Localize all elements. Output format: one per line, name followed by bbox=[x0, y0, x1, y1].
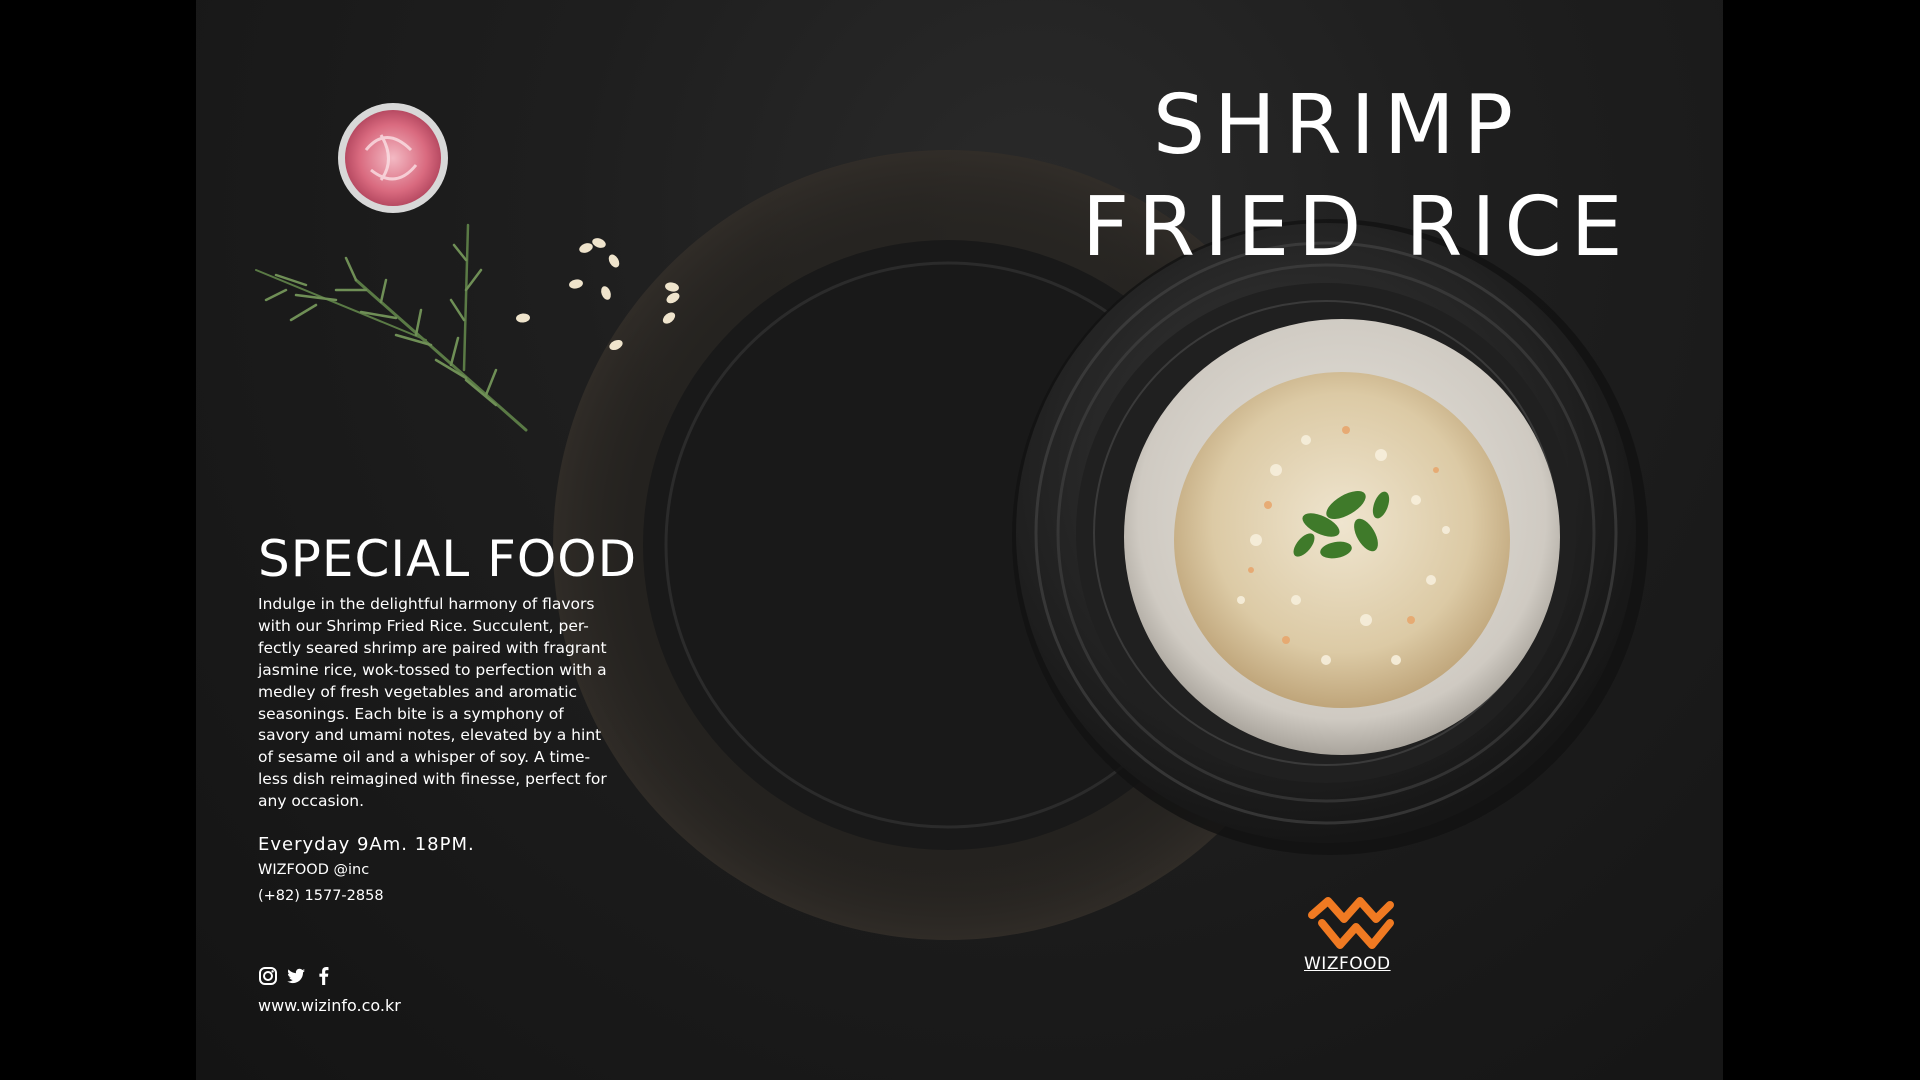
social-links bbox=[258, 966, 334, 986]
description-line: medley of fresh vegetables and aromatic bbox=[258, 682, 578, 701]
wizfood-logo-icon bbox=[1308, 897, 1394, 949]
description-line: Indulge in the delightful harmony of fla… bbox=[258, 595, 595, 613]
description: Indulge in the delightful harmony of fla… bbox=[258, 594, 648, 813]
poster: SHRIMP FRIED RICE SPECIAL FOOD Indulge i… bbox=[196, 0, 1723, 1080]
opening-hours: Everyday 9Am. 18PM. bbox=[258, 834, 475, 855]
description-line: of sesame oil and a whisper of soy. A ti… bbox=[258, 748, 591, 767]
company-name: WIZFOOD @inc bbox=[258, 862, 370, 878]
title-line-2: FRIED RICE bbox=[1082, 180, 1632, 275]
title-line-1: SHRIMP bbox=[1153, 78, 1523, 173]
description-line: fectly seared shrimp are paired with fra… bbox=[258, 638, 607, 657]
website-link[interactable]: www.wizinfo.co.kr bbox=[258, 996, 401, 1015]
description-line: seasonings. Each bite is a symphony of bbox=[258, 704, 564, 723]
description-line: with our Shrimp Fried Rice. Succulent, p… bbox=[258, 616, 589, 635]
description-line: savory and umami notes, elevated by a hi… bbox=[258, 726, 602, 745]
facebook-icon[interactable] bbox=[314, 966, 334, 986]
description-line: jasmine rice, wok-tossed to perfection w… bbox=[258, 660, 607, 679]
section-heading: SPECIAL FOOD bbox=[258, 530, 638, 588]
description-line: less dish reimagined with finesse, perfe… bbox=[258, 770, 607, 789]
logo-text: WIZFOOD bbox=[1304, 954, 1391, 974]
twitter-icon[interactable] bbox=[286, 966, 306, 986]
description-line: any occasion. bbox=[258, 792, 365, 811]
instagram-icon[interactable] bbox=[258, 966, 278, 986]
phone-number: (+82) 1577-2858 bbox=[258, 888, 384, 904]
